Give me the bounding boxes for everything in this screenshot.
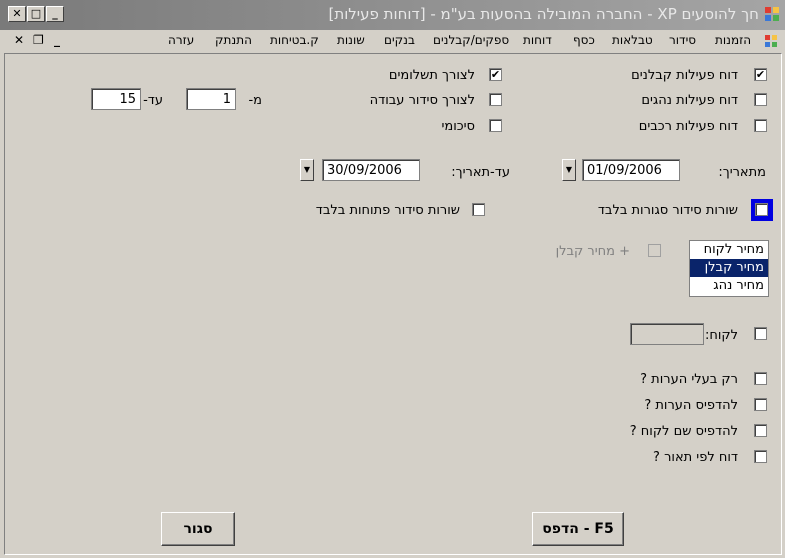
to-date-input[interactable]: 30/09/2006 — [322, 159, 420, 181]
range-to-label: עד- — [143, 93, 163, 108]
menu-app-icon — [765, 35, 777, 51]
mdi-close-button[interactable]: ✕ — [14, 33, 24, 47]
customer-label: לקוח: — [704, 328, 738, 343]
price-option-driver[interactable]: מחיר נהג — [690, 277, 768, 295]
mdi-minimize-button[interactable]: _ — [54, 33, 60, 47]
print-notes-label: להדפיס הערות ? — [644, 398, 738, 413]
menu-item-arrangement[interactable]: סידור — [669, 33, 696, 47]
plus-contractor-checkbox[interactable] — [648, 244, 661, 257]
open-lines-label: שורות סידור פתוחות בלבד — [315, 203, 460, 218]
print-customer-name-label: להדפיס שם לקוח ? — [629, 424, 738, 439]
drivers-report-label: דוח פעילות נהגים — [641, 93, 738, 108]
price-type-listbox[interactable]: מחיר לקוח מחיר קבלן מחיר נהג — [689, 240, 769, 297]
menu-item-help[interactable]: עזרה — [168, 33, 194, 47]
only-with-notes-checkbox[interactable] — [754, 372, 767, 385]
work-order-checkbox[interactable] — [489, 93, 502, 106]
menu-item-reports[interactable]: דוחות — [523, 33, 552, 47]
payments-checkbox[interactable]: ✔ — [489, 68, 502, 81]
drivers-report-checkbox[interactable] — [754, 93, 767, 106]
price-option-customer[interactable]: מחיר לקוח — [690, 241, 768, 259]
report-by-description-checkbox[interactable] — [754, 450, 767, 463]
payments-label: לצורך תשלומים — [388, 68, 475, 83]
window-minimize-button[interactable]: _ — [46, 6, 64, 22]
to-date-dropdown-button[interactable]: ▼ — [300, 159, 314, 181]
customer-input[interactable] — [630, 323, 704, 345]
print-notes-checkbox[interactable] — [754, 398, 767, 411]
menu-item-money[interactable]: כסף — [573, 33, 595, 47]
window-close-button[interactable]: ✕ — [8, 6, 26, 22]
range-from-label: מ- — [248, 93, 262, 108]
chevron-down-icon: ▼ — [565, 165, 573, 174]
app-icon — [765, 7, 779, 21]
menu-item-suppliers[interactable]: ספקים/קבלנים — [433, 33, 509, 47]
menu-item-tables[interactable]: טבלאות — [612, 33, 653, 47]
menu-item-logout[interactable]: התנתק — [215, 33, 252, 47]
menu-item-orders[interactable]: הזמנות — [715, 33, 751, 47]
print-customer-name-checkbox[interactable] — [754, 424, 767, 437]
range-from-input[interactable]: 1 — [186, 88, 236, 110]
closed-lines-checkbox[interactable] — [755, 203, 768, 216]
menu-item-misc[interactable]: שונות — [337, 33, 365, 47]
vehicles-report-checkbox[interactable] — [754, 119, 767, 132]
print-button[interactable]: הדפס - F5 — [532, 512, 624, 546]
window-maximize-button[interactable]: □ — [27, 6, 45, 22]
mdi-restore-button[interactable]: ❐ — [33, 33, 44, 47]
from-date-dropdown-button[interactable]: ▼ — [562, 159, 576, 181]
to-date-label: עד-תאריך: — [451, 165, 510, 180]
menu-item-banks[interactable]: בנקים — [384, 33, 415, 47]
close-button[interactable]: סגור — [161, 512, 235, 546]
only-with-notes-label: רק בעלי הערות ? — [640, 372, 738, 387]
price-option-contractor[interactable]: מחיר קבלן — [690, 259, 768, 277]
customer-checkbox[interactable] — [754, 327, 767, 340]
window-title: חך להוסעים XP - החברה המובילה בהסעות בע"… — [328, 5, 759, 23]
contractors-report-label: דוח פעילות קבלנים — [631, 68, 738, 83]
report-by-description-label: דוח לפי תאור ? — [653, 450, 738, 465]
from-date-label: מתאריך: — [718, 165, 766, 180]
summary-label: סיכומי — [441, 119, 476, 134]
closed-lines-label: שורות סידור סגורות בלבד — [597, 203, 738, 218]
summary-checkbox[interactable] — [489, 119, 502, 132]
from-date-input[interactable]: 01/09/2006 — [582, 159, 680, 181]
plus-contractor-label: + מחיר קבלן — [555, 244, 630, 259]
contractors-report-checkbox[interactable]: ✔ — [754, 68, 767, 81]
chevron-down-icon: ▼ — [303, 165, 311, 174]
work-order-label: לצורך סידור עבודה — [369, 93, 475, 108]
menu-item-safety[interactable]: ק.בטיחות — [270, 33, 319, 47]
range-to-input[interactable]: 15 — [91, 88, 141, 110]
vehicles-report-label: דוח פעילות רכבים — [638, 119, 738, 134]
open-lines-checkbox[interactable] — [472, 203, 485, 216]
